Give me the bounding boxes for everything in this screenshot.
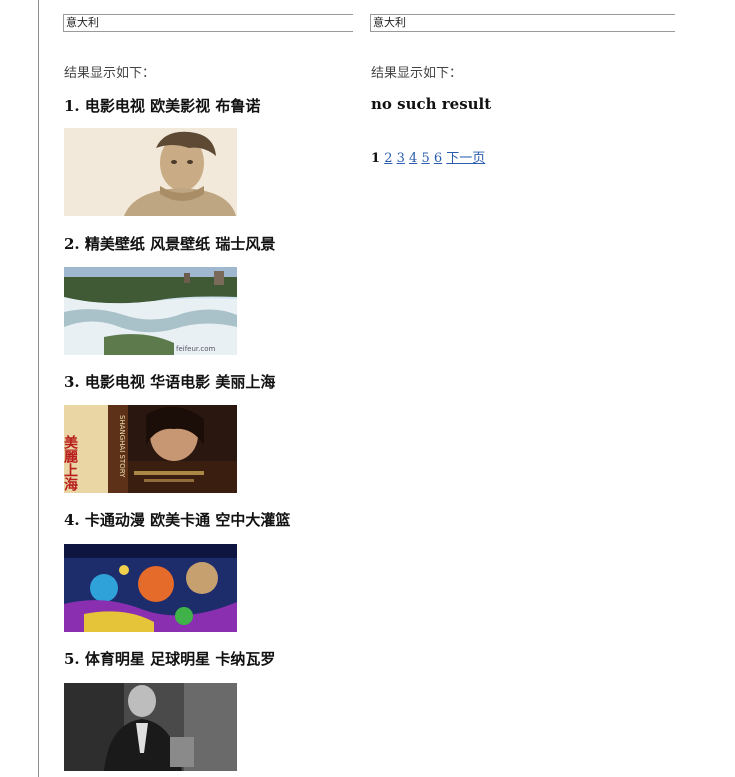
right-search-input[interactable]: 意大利	[370, 14, 675, 32]
cartoon-poster-image	[64, 544, 237, 632]
result-image-5-player[interactable]	[64, 683, 237, 771]
result-image-4-cartoon[interactable]	[64, 544, 237, 632]
watermark-text: feifeur.com	[176, 345, 216, 353]
no-result-message: no such result	[371, 95, 492, 113]
pagination-next-link[interactable]: 下一页	[446, 151, 485, 166]
pagination-page-3[interactable]: 3	[397, 151, 405, 166]
left-result-label: 结果显示如下：	[64, 66, 156, 81]
pagination-current-page: 1	[371, 151, 381, 166]
waterfall-image: feifeur.com	[64, 267, 237, 355]
result-title-1[interactable]: 1. 电影电视 欧美影视 布鲁诺	[64, 95, 260, 116]
result-title-2[interactable]: 2. 精美壁纸 风景壁纸 瑞士风景	[64, 233, 275, 254]
portrait-image	[64, 128, 237, 216]
left-search-input[interactable]: 意大利	[63, 14, 353, 32]
pagination-page-5[interactable]: 5	[421, 151, 429, 166]
right-result-label: 结果显示如下：	[371, 66, 463, 81]
result-image-3-poster[interactable]: 美麗上海 SHANGHAI STORY	[64, 405, 237, 493]
pagination-page-6[interactable]: 6	[434, 151, 442, 166]
poster-english-text: SHANGHAI STORY	[118, 415, 126, 478]
result-title-5[interactable]: 5. 体育明星 足球明星 卡纳瓦罗	[64, 648, 275, 669]
left-divider-line	[38, 0, 39, 777]
player-photo-image	[64, 683, 237, 771]
result-title-4[interactable]: 4. 卡通动漫 欧美卡通 空中大灌篮	[64, 509, 290, 530]
poster-chinese-text: 美麗上海	[64, 434, 78, 492]
pagination-page-2[interactable]: 2	[384, 151, 392, 166]
pagination: 1 2 3 4 5 6 下一页	[371, 147, 485, 166]
result-image-2-waterfall[interactable]: feifeur.com	[64, 267, 237, 355]
movie-poster-image: 美麗上海 SHANGHAI STORY	[64, 405, 237, 493]
result-title-3[interactable]: 3. 电影电视 华语电影 美丽上海	[64, 371, 275, 392]
result-image-1-portrait[interactable]	[64, 128, 237, 216]
pagination-page-4[interactable]: 4	[409, 151, 417, 166]
